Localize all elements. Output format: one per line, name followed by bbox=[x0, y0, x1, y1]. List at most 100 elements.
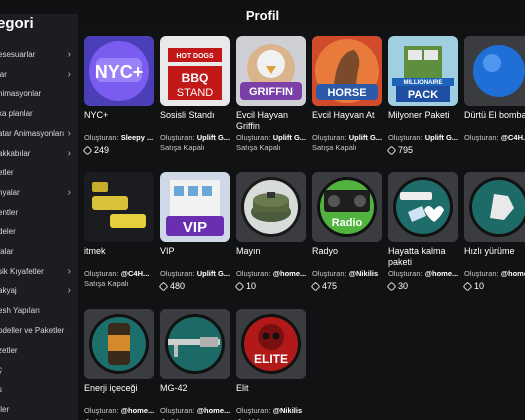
item-card[interactable]: Mayın Oluşturan: @home... 10 bbox=[234, 172, 310, 292]
robux-icon bbox=[234, 281, 245, 291]
sidebar-item[interactable]: esesuarlar › bbox=[0, 46, 78, 65]
creator-name[interactable]: Uplift G... bbox=[349, 133, 382, 142]
sidebar-title: tegori bbox=[0, 15, 34, 32]
item-thumbnail[interactable] bbox=[84, 309, 154, 379]
gold-bars-icon bbox=[84, 172, 154, 242]
sidebar-item[interactable]: nyalar › bbox=[0, 184, 78, 203]
item-name[interactable]: Hızlı yürüme bbox=[464, 246, 525, 269]
item-name[interactable]: Sosisli Standı bbox=[160, 110, 234, 133]
item-name[interactable]: Dürtü El bombası bbox=[464, 110, 525, 133]
sidebar-item[interactable]: lar › bbox=[0, 66, 78, 85]
creator-prefix: Oluşturan: bbox=[464, 269, 499, 278]
sidebar-item[interactable]: nimasyonlar bbox=[0, 85, 78, 104]
creator-name[interactable]: @home... bbox=[197, 406, 231, 415]
item-creator: Oluşturan: @C4H... bbox=[464, 133, 525, 143]
item-card[interactable]: itmek Oluşturan: @C4H... Satışa Kapalı bbox=[84, 172, 158, 289]
price-value: 30 bbox=[398, 281, 409, 291]
item-name[interactable]: Enerji içeceği bbox=[84, 383, 158, 406]
creator-name[interactable]: @home... bbox=[501, 269, 525, 278]
item-card[interactable]: Radio Radyo Oluşturan: @Nikilis 475 bbox=[310, 172, 386, 292]
item-thumbnail[interactable]: HOT DOGS BBQ STAND bbox=[160, 36, 230, 106]
item-thumbnail[interactable] bbox=[160, 309, 230, 379]
item-name[interactable]: Milyoner Paketi bbox=[388, 110, 462, 133]
creator-name[interactable]: Uplift G... bbox=[197, 269, 230, 278]
item-card[interactable]: MG-42Oluşturan: @home...30 bbox=[158, 309, 234, 420]
sidebar-item[interactable]: atar Animasyonları › bbox=[0, 125, 78, 144]
sidebar-item[interactable]: ç bbox=[0, 361, 78, 380]
sidebar-item[interactable]: deler bbox=[0, 223, 78, 242]
sidebar-item[interactable]: ka planlar bbox=[0, 105, 78, 124]
creator-prefix: Oluşturan: bbox=[160, 133, 195, 142]
chevron-right-icon: › bbox=[67, 49, 71, 60]
creator-name[interactable]: Uplift G... bbox=[197, 133, 230, 142]
svg-text:GRIFFIN: GRIFFIN bbox=[249, 86, 293, 98]
creator-name[interactable]: @Nikilis bbox=[349, 269, 378, 278]
sidebar-item[interactable]: falar bbox=[0, 243, 78, 262]
sidebar-item-label: odeller ve Paketler bbox=[0, 325, 65, 335]
item-thumbnail[interactable]: MILLIONAIRE PACK bbox=[388, 36, 458, 106]
sidebar-item[interactable]: entler bbox=[0, 204, 78, 223]
sidebar-item[interactable]: tler bbox=[0, 401, 78, 420]
sidebar-item[interactable]: akyaj › bbox=[0, 282, 78, 301]
nyc-plus-icon: NYC+ bbox=[84, 36, 154, 106]
item-status: Satışa Kapalı bbox=[84, 279, 129, 288]
item-card[interactable]: Enerji içeceğiOluşturan: @home...10 bbox=[82, 309, 158, 420]
item-name[interactable]: Evcil Hayvan At bbox=[312, 110, 386, 133]
creator-name[interactable]: @home... bbox=[425, 269, 459, 278]
creator-name[interactable]: @C4H... bbox=[501, 133, 525, 142]
creator-name[interactable]: Uplift G... bbox=[425, 133, 458, 142]
item-thumbnail[interactable]: GRIFFIN bbox=[236, 36, 306, 106]
item-name[interactable]: Evcil Hayvan Griffin bbox=[236, 110, 310, 133]
item-creator: Oluşturan: Uplift G... bbox=[160, 133, 234, 143]
item-card[interactable]: HOT DOGS BBQ STAND Sosisli Standı Oluşturan:… bbox=[160, 36, 234, 153]
item-thumbnail[interactable] bbox=[236, 172, 306, 242]
svg-text:STAND: STAND bbox=[177, 87, 214, 99]
item-thumbnail[interactable] bbox=[464, 36, 525, 106]
creator-prefix: Oluşturan: bbox=[236, 406, 271, 415]
sidebar-item[interactable]: s bbox=[0, 381, 78, 400]
creator-name[interactable]: Uplift G... bbox=[273, 133, 306, 142]
item-name[interactable]: VIP bbox=[160, 246, 234, 269]
item-name[interactable]: itmek bbox=[84, 246, 158, 269]
creator-name[interactable]: @C4H... bbox=[121, 269, 150, 278]
item-thumbnail[interactable]: Radio bbox=[312, 172, 382, 242]
svg-text:NYC+: NYC+ bbox=[95, 62, 144, 82]
item-name[interactable]: NYC+ bbox=[84, 110, 158, 133]
creator-name[interactable]: @home... bbox=[121, 406, 155, 415]
creator-name[interactable]: Sleepy ... bbox=[121, 133, 154, 142]
item-thumbnail[interactable]: HORSE bbox=[312, 36, 382, 106]
robux-icon bbox=[386, 281, 397, 291]
sidebar-item[interactable]: etler bbox=[0, 164, 78, 183]
item-thumbnail[interactable] bbox=[464, 172, 525, 242]
item-name[interactable]: Mayın bbox=[236, 246, 310, 269]
robux-icon bbox=[386, 145, 397, 155]
item-card[interactable]: HORSE Evcil Hayvan At Oluşturan: Uplift G.… bbox=[312, 36, 386, 153]
item-creator: Oluşturan: Uplift G... bbox=[236, 133, 310, 143]
item-thumbnail[interactable]: ELITE bbox=[236, 309, 306, 379]
item-thumbnail[interactable]: NYC+ bbox=[84, 36, 154, 106]
item-card[interactable]: MILLIONAIRE PACK Milyoner Paketi Oluşturan:… bbox=[386, 36, 462, 156]
item-card[interactable]: Dürtü El bombasıOluşturan: @C4H... bbox=[464, 36, 525, 143]
creator-name[interactable]: @home... bbox=[273, 269, 307, 278]
item-name[interactable]: Radyo bbox=[312, 246, 386, 269]
creator-name[interactable]: @Nikilis bbox=[273, 406, 302, 415]
item-thumbnail[interactable] bbox=[388, 172, 458, 242]
item-card[interactable]: VIP VIP Oluşturan: Uplift G... 480 bbox=[158, 172, 234, 292]
item-card[interactable]: Hızlı yürümeOluşturan: @home... 10 bbox=[462, 172, 525, 292]
item-name[interactable]: Hayatta kalma paketi bbox=[388, 246, 462, 269]
sidebar-item[interactable]: esh Yapıları bbox=[0, 302, 78, 321]
item-card[interactable]: ELITEElitOluşturan: @Nikilis499 bbox=[234, 309, 310, 420]
item-card[interactable]: NYC+ NYC+ Oluşturan: Sleepy ... 249 bbox=[82, 36, 158, 156]
item-thumbnail[interactable] bbox=[84, 172, 154, 242]
item-card[interactable]: Hayatta kalma paketi Oluşturan: @home... 3… bbox=[386, 172, 462, 292]
sidebar-item[interactable]: zetler bbox=[0, 342, 78, 361]
sidebar-item[interactable]: sik Kıyafetler › bbox=[0, 263, 78, 282]
item-card[interactable]: GRIFFIN Evcil Hayvan Griffin Oluşturan: Up… bbox=[236, 36, 310, 153]
sidebar-item[interactable]: akkabılar › bbox=[0, 145, 78, 164]
item-name[interactable]: MG-42 bbox=[160, 383, 234, 406]
sidebar-item-label: esh Yapıları bbox=[0, 306, 40, 316]
item-name[interactable]: Elit bbox=[236, 383, 310, 406]
item-thumbnail[interactable]: VIP bbox=[160, 172, 230, 242]
sidebar-item[interactable]: odeller ve Paketler bbox=[0, 322, 78, 341]
robux-icon bbox=[158, 281, 169, 291]
